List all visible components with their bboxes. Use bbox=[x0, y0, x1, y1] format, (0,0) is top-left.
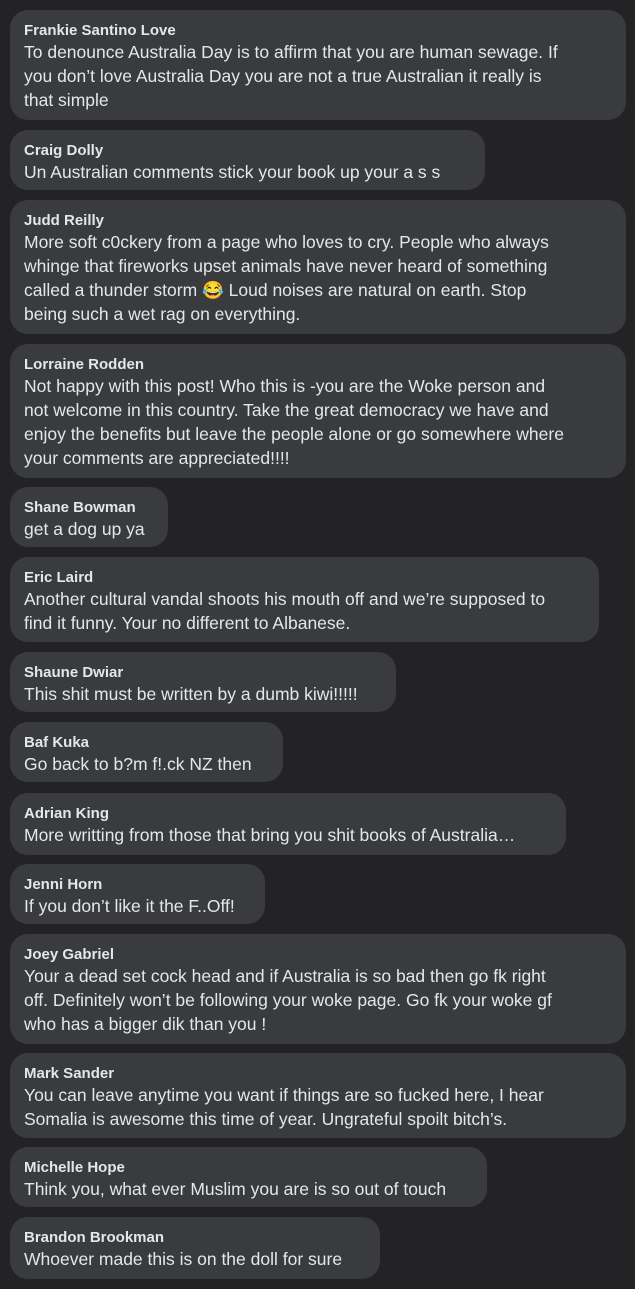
comment-author[interactable]: Eric Laird bbox=[24, 568, 585, 587]
comment-bubble: Adrian King More writting from those tha… bbox=[10, 793, 566, 855]
comment-text: To denounce Australia Day is to affirm t… bbox=[24, 42, 558, 110]
comment-text: More soft c0ckery from a page who loves … bbox=[24, 232, 549, 324]
comment-bubble: Jenni Horn If you don’t like it the F..O… bbox=[10, 864, 265, 924]
comment-bubble: Craig Dolly Un Australian comments stick… bbox=[10, 130, 485, 190]
comment-author[interactable]: Michelle Hope bbox=[24, 1158, 473, 1177]
comment-author[interactable]: Baf Kuka bbox=[24, 733, 269, 752]
comment-bubble: Baf Kuka Go back to b?m f!.ck NZ then bbox=[10, 722, 283, 782]
comment-author[interactable]: Craig Dolly bbox=[24, 141, 471, 160]
comment-author[interactable]: Adrian King bbox=[24, 804, 552, 823]
comment-author[interactable]: Joey Gabriel bbox=[24, 945, 612, 964]
comment-bubble: Lorraine Rodden Not happy with this post… bbox=[10, 344, 626, 478]
comment-bubble: Brandon Brookman Whoever made this is on… bbox=[10, 1217, 380, 1279]
comment-text: This shit must be written by a dumb kiwi… bbox=[24, 684, 358, 704]
comment-bubble: Joey Gabriel Your a dead set cock head a… bbox=[10, 934, 626, 1044]
comment-bubble: Shane Bowman get a dog up ya bbox=[10, 487, 168, 547]
comment-author[interactable]: Frankie Santino Love bbox=[24, 21, 612, 40]
comment-text: Your a dead set cock head and if Austral… bbox=[24, 966, 552, 1034]
comment-text: You can leave anytime you want if things… bbox=[24, 1085, 544, 1129]
comment-text: If you don’t like it the F..Off! bbox=[24, 896, 235, 916]
comment-text: Whoever made this is on the doll for sur… bbox=[24, 1249, 343, 1269]
comment-bubble: Mark Sander You can leave anytime you wa… bbox=[10, 1053, 626, 1138]
comment-bubble: Michelle Hope Think you, what ever Musli… bbox=[10, 1147, 487, 1207]
comment-author[interactable]: Judd Reilly bbox=[24, 211, 612, 230]
comment-author[interactable]: Shane Bowman bbox=[24, 498, 154, 517]
comment-author[interactable]: Jenni Horn bbox=[24, 875, 251, 894]
comment-author[interactable]: Brandon Brookman bbox=[24, 1228, 366, 1247]
comment-bubble: Judd Reilly More soft c0ckery from a pag… bbox=[10, 200, 626, 334]
comment-text: Think you, what ever Muslim you are is s… bbox=[24, 1179, 447, 1199]
comment-bubble: Shaune Dwiar This shit must be written b… bbox=[10, 652, 396, 712]
comment-text: Another cultural vandal shoots his mouth… bbox=[24, 589, 546, 633]
comment-bubble: Frankie Santino Love To denounce Austral… bbox=[10, 10, 626, 120]
comment-text: get a dog up ya bbox=[24, 519, 145, 539]
comment-text: More writting from those that bring you … bbox=[24, 825, 516, 845]
comment-text: Not happy with this post! Who this is -y… bbox=[24, 376, 564, 468]
comment-text: Go back to b?m f!.ck NZ then bbox=[24, 754, 252, 774]
comment-text: Un Australian comments stick your book u… bbox=[24, 162, 441, 182]
comment-author[interactable]: Shaune Dwiar bbox=[24, 663, 382, 682]
comment-author[interactable]: Mark Sander bbox=[24, 1064, 612, 1083]
comment-author[interactable]: Lorraine Rodden bbox=[24, 355, 612, 374]
comment-bubble: Eric Laird Another cultural vandal shoot… bbox=[10, 557, 599, 642]
